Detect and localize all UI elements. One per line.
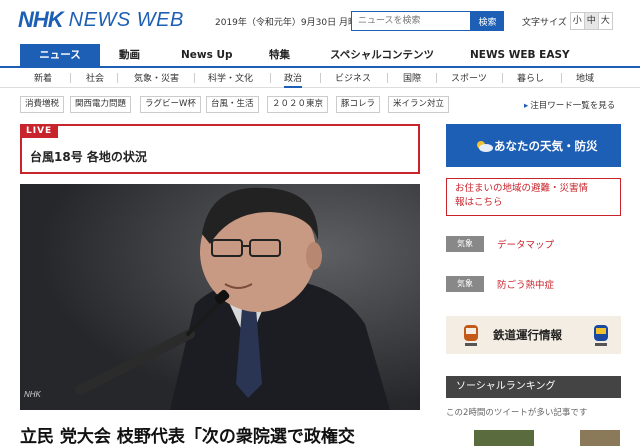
headline-title[interactable]: 立民 党大会 枝野代表「次の衆院選で政権交 bbox=[20, 422, 355, 446]
disaster-info-line1: お住まいの地域の避難・災害情 bbox=[455, 183, 589, 194]
sub-nav-divider bbox=[70, 73, 71, 83]
weather-badge: 気象 bbox=[446, 236, 484, 252]
tag-rugby-world-cup[interactable]: ラグビーW杯 bbox=[140, 96, 201, 113]
social-ranking-subtitle: この2時間のツイートが多い記事です bbox=[446, 408, 588, 418]
data-map-label: データマップ bbox=[497, 240, 555, 251]
logo-news-web: NEWS WEB bbox=[68, 8, 184, 31]
sub-nav-politics[interactable]: 政治 bbox=[284, 71, 303, 88]
speaker-photo-illustration bbox=[20, 184, 420, 410]
sub-nav-sports[interactable]: スポーツ bbox=[451, 71, 487, 84]
train-info-label: 鉄道運行情報 bbox=[493, 328, 562, 342]
tag-swine-fever[interactable]: 豚コレラ bbox=[336, 96, 381, 113]
sub-nav-divider bbox=[436, 73, 437, 83]
main-nav-features[interactable]: 特集 bbox=[269, 44, 290, 66]
sub-nav-weather-disaster[interactable]: 気象・災害 bbox=[134, 71, 179, 84]
sub-nav-international[interactable]: 国際 bbox=[403, 71, 421, 84]
sub-nav: 新着 社会 気象・災害 科学・文化 政治 ビジネス 国際 スポーツ 暮らし 地域 bbox=[0, 68, 640, 88]
tag-list-link[interactable]: ▸ 注目ワード一覧を見る bbox=[524, 99, 615, 111]
tag-tokyo-2020[interactable]: ２０２０東京 bbox=[267, 96, 329, 113]
logo-nhk: NHK bbox=[18, 7, 64, 32]
main-nav-news-up[interactable]: News Up bbox=[181, 44, 233, 66]
data-map-link[interactable]: 気象 データマップ bbox=[446, 234, 621, 254]
tag-us-iran[interactable]: 米イラン対立 bbox=[388, 96, 450, 113]
site-logo[interactable]: NHK NEWS WEB bbox=[18, 7, 184, 32]
weather-banner[interactable]: あなたの天気・防災 bbox=[446, 124, 621, 167]
font-size-medium-button[interactable]: 中 bbox=[583, 12, 599, 30]
disaster-info-line2: 報はこちら bbox=[455, 197, 503, 208]
tag-kansai-electric[interactable]: 関西電力問題 bbox=[70, 96, 132, 113]
live-badge: LIVE bbox=[20, 124, 59, 138]
sub-nav-divider bbox=[117, 73, 118, 83]
heatstroke-label: 防ごう熱中症 bbox=[497, 280, 555, 291]
hero-photo[interactable]: NHK bbox=[20, 184, 420, 410]
social-ranking-thumbnail[interactable] bbox=[580, 430, 620, 446]
train-info-banner[interactable]: 鉄道運行情報 bbox=[446, 316, 621, 354]
tag-typhoon-life[interactable]: 台風・生活 bbox=[206, 96, 259, 113]
trending-tags: 消費増税 関西電力問題 ラグビーW杯 台風・生活 ２０２０東京 豚コレラ 米イラ… bbox=[0, 96, 640, 116]
weather-badge: 気象 bbox=[446, 276, 484, 292]
tag-consumption-tax[interactable]: 消費増税 bbox=[20, 96, 65, 113]
sub-nav-region[interactable]: 地域 bbox=[576, 71, 594, 84]
font-size-large-button[interactable]: 大 bbox=[597, 12, 613, 30]
main-nav-news[interactable]: ニュース bbox=[20, 44, 100, 66]
train-icon bbox=[594, 325, 608, 346]
chevron-right-icon: ▸ bbox=[524, 101, 529, 111]
sub-nav-divider bbox=[387, 73, 388, 83]
sub-nav-living[interactable]: 暮らし bbox=[517, 71, 544, 84]
social-ranking-thumbnail[interactable] bbox=[474, 430, 534, 446]
main-nav-news-web-easy[interactable]: NEWS WEB EASY bbox=[470, 44, 570, 66]
font-size-switcher: 文字サイズ 小 中 大 bbox=[522, 12, 613, 30]
sun-cloud-icon bbox=[477, 141, 493, 152]
site-header: NHK NEWS WEB 2019年（令和元年）9月30日 月曜日 検索 文字サ… bbox=[0, 0, 640, 44]
main-nav-video[interactable]: 動画 bbox=[119, 44, 140, 66]
nhk-watermark: NHK bbox=[24, 390, 41, 399]
search-input[interactable] bbox=[351, 11, 471, 31]
weather-banner-label: あなたの天気・防災 bbox=[494, 139, 598, 153]
sub-nav-divider bbox=[270, 73, 271, 83]
live-headline: 台風18号 各地の状況 bbox=[30, 150, 147, 164]
sub-nav-business[interactable]: ビジネス bbox=[335, 71, 371, 84]
main-nav: ニュース 動画 News Up 特集 スペシャルコンテンツ NEWS WEB E… bbox=[0, 44, 640, 68]
current-date: 2019年（令和元年）9月30日 月曜日 bbox=[215, 18, 366, 28]
sub-nav-latest[interactable]: 新着 bbox=[34, 71, 52, 84]
font-size-label: 文字サイズ bbox=[522, 17, 567, 28]
heatstroke-link[interactable]: 気象 防ごう熱中症 bbox=[446, 274, 621, 294]
disaster-info-link[interactable]: お住まいの地域の避難・災害情 報はこちら bbox=[446, 178, 621, 216]
main-nav-special-content[interactable]: スペシャルコンテンツ bbox=[330, 44, 434, 66]
sub-nav-divider bbox=[320, 73, 321, 83]
font-size-small-button[interactable]: 小 bbox=[569, 12, 585, 30]
sub-nav-divider bbox=[502, 73, 503, 83]
sub-nav-divider bbox=[194, 73, 195, 83]
sub-nav-divider bbox=[561, 73, 562, 83]
sub-nav-science-culture[interactable]: 科学・文化 bbox=[208, 71, 253, 84]
tag-list-link-label: 注目ワード一覧を見る bbox=[530, 101, 616, 111]
live-banner[interactable]: LIVE 台風18号 各地の状況 bbox=[20, 124, 420, 174]
train-icon bbox=[464, 325, 478, 346]
social-ranking-heading: ソーシャルランキング bbox=[446, 376, 621, 398]
sub-nav-society[interactable]: 社会 bbox=[86, 71, 104, 84]
search-button[interactable]: 検索 bbox=[471, 11, 504, 31]
